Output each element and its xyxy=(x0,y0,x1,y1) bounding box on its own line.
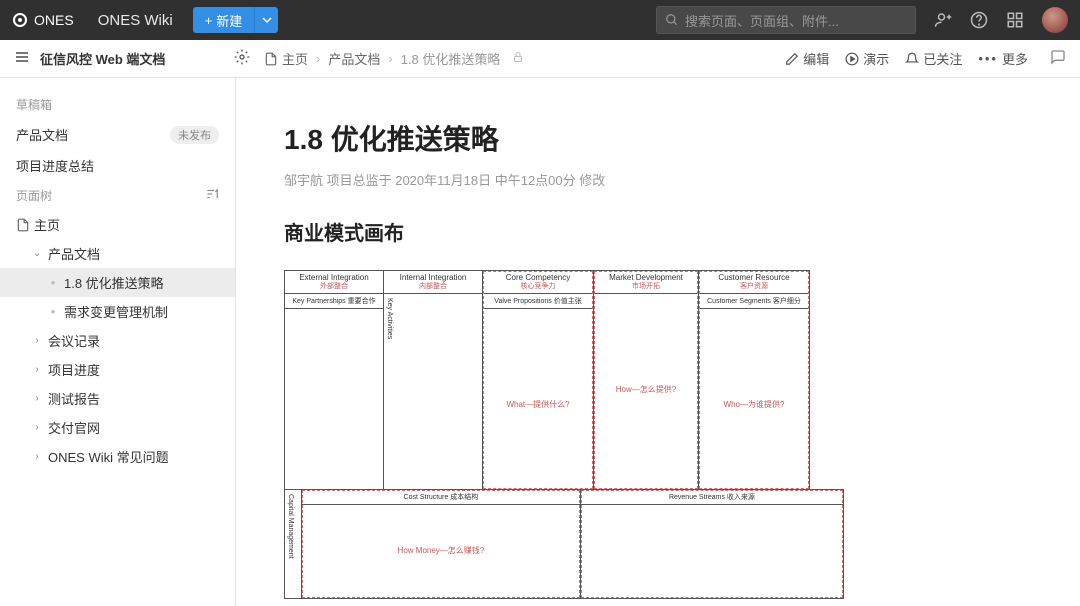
play-icon xyxy=(845,52,859,66)
apps-icon[interactable] xyxy=(1006,11,1024,29)
canvas-box: Customer Resource客户资源Customer Segments 客… xyxy=(698,270,810,490)
search-icon xyxy=(665,13,679,27)
topbar: ONES ONES Wiki + 新建 搜索页面、页面组、附件... xyxy=(0,0,1080,40)
sidebar: 草稿箱 产品文档未发布项目进度总结 页面树 主页⌄产品文档•1.8 优化推送策略… xyxy=(0,78,236,606)
comments-icon[interactable] xyxy=(1050,49,1066,68)
canvas-box: Core Competency核心竞争力Valve Propositions 价… xyxy=(482,270,594,490)
plus-icon: + xyxy=(205,13,213,28)
breadcrumb-sep: › xyxy=(316,51,320,66)
brand-text: ONES xyxy=(34,12,74,28)
avatar[interactable] xyxy=(1042,7,1068,33)
pencil-icon xyxy=(785,52,799,66)
breadcrumb-home[interactable]: 主页 xyxy=(264,49,308,68)
present-button[interactable]: 演示 xyxy=(845,49,889,68)
search-input[interactable]: 搜索页面、页面组、附件... xyxy=(656,6,916,34)
canvas-box: Market Development市场开拓How—怎么提供? xyxy=(593,270,699,490)
tree-node[interactable]: ›项目进度 xyxy=(0,355,235,384)
more-button[interactable]: •••更多 xyxy=(978,49,1028,68)
breadcrumb-sep: › xyxy=(388,51,392,66)
tree-node[interactable]: ›会议记录 xyxy=(0,326,235,355)
hamburger-icon[interactable] xyxy=(14,49,30,68)
follow-button[interactable]: 已关注 xyxy=(905,49,962,68)
more-icon: ••• xyxy=(978,51,998,66)
tree-node[interactable]: ›交付官网 xyxy=(0,413,235,442)
new-dropdown[interactable] xyxy=(254,7,278,33)
content: 1.8 优化推送策略 邹宇航 项目总监于 2020年11月18日 中午12点00… xyxy=(236,78,1080,606)
new-button-label: 新建 xyxy=(216,11,242,30)
heading-2: 商业模式画布 xyxy=(284,217,1032,246)
page-meta: 邹宇航 项目总监于 2020年11月18日 中午12点00分 修改 xyxy=(284,170,1032,189)
drafts-label: 草稿箱 xyxy=(0,90,235,119)
new-button[interactable]: + 新建 xyxy=(193,7,255,33)
tree-home[interactable]: 主页 xyxy=(0,210,235,239)
status-badge: 未发布 xyxy=(170,126,219,144)
tree-child[interactable]: •需求变更管理机制 xyxy=(0,297,235,326)
canvas-box: Cost Structure 成本结构How Money—怎么赚钱? xyxy=(301,489,581,599)
breadcrumb-current: 1.8 优化推送策略 xyxy=(401,49,501,68)
chevron-icon[interactable]: › xyxy=(30,451,44,462)
tree-node[interactable]: ›ONES Wiki 常见问题 xyxy=(0,442,235,471)
gear-icon[interactable] xyxy=(234,49,250,68)
chevron-icon[interactable]: › xyxy=(30,335,44,346)
app-name[interactable]: ONES Wiki xyxy=(98,12,173,29)
canvas-box: Internal Integration内部整合Key Activities xyxy=(383,270,483,490)
canvas-box: External Integration外部整合Key Partnerships… xyxy=(284,270,384,490)
tree-label: 页面树 xyxy=(16,187,52,204)
bell-icon xyxy=(905,52,919,66)
brand-icon xyxy=(12,12,28,28)
draft-item[interactable]: 产品文档未发布 xyxy=(0,119,235,150)
chevron-icon[interactable]: › xyxy=(30,364,44,375)
secondary-bar: 征信风控 Web 端文档 主页 › 产品文档 › 1.8 优化推送策略 编辑 演… xyxy=(0,40,1080,78)
lock-icon xyxy=(512,51,524,66)
business-model-canvas: External Integration外部整合Key Partnerships… xyxy=(284,270,844,599)
brand-logo[interactable]: ONES xyxy=(12,12,74,28)
chevron-down-icon xyxy=(262,15,272,25)
breadcrumb: 主页 › 产品文档 › 1.8 优化推送策略 xyxy=(264,49,524,68)
chevron-icon[interactable]: › xyxy=(30,393,44,404)
sort-icon[interactable] xyxy=(205,187,219,204)
canvas-side-label: Capital Management xyxy=(284,489,302,599)
page-icon xyxy=(16,218,30,232)
chevron-icon[interactable]: ⌄ xyxy=(30,248,44,259)
tree-node[interactable]: ⌄产品文档 xyxy=(0,239,235,268)
help-icon[interactable] xyxy=(970,11,988,29)
canvas-box: Revenue Streams 收入来源 xyxy=(580,489,844,599)
edit-button[interactable]: 编辑 xyxy=(785,49,829,68)
page-icon xyxy=(264,52,278,66)
space-title[interactable]: 征信风控 Web 端文档 xyxy=(40,49,165,68)
breadcrumb-mid[interactable]: 产品文档 xyxy=(328,49,380,68)
tree-node[interactable]: ›测试报告 xyxy=(0,384,235,413)
chevron-icon[interactable]: › xyxy=(30,422,44,433)
add-user-icon[interactable] xyxy=(934,11,952,29)
search-placeholder: 搜索页面、页面组、附件... xyxy=(685,11,839,30)
page-title: 1.8 优化推送策略 xyxy=(284,118,1032,158)
draft-item[interactable]: 项目进度总结 xyxy=(0,150,235,181)
tree-child[interactable]: •1.8 优化推送策略 xyxy=(0,268,235,297)
